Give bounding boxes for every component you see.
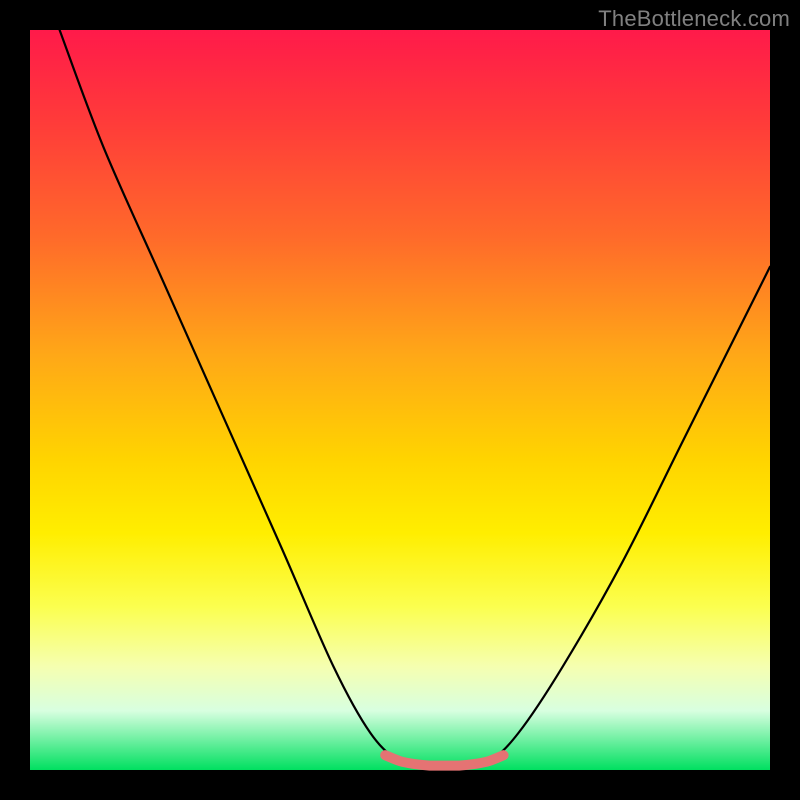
chart-canvas: TheBottleneck.com [0, 0, 800, 800]
watermark-text: TheBottleneck.com [598, 6, 790, 32]
highlight-band [385, 755, 503, 765]
curve-layer [30, 30, 770, 770]
plot-area [30, 30, 770, 770]
bottleneck-curve [60, 30, 770, 766]
